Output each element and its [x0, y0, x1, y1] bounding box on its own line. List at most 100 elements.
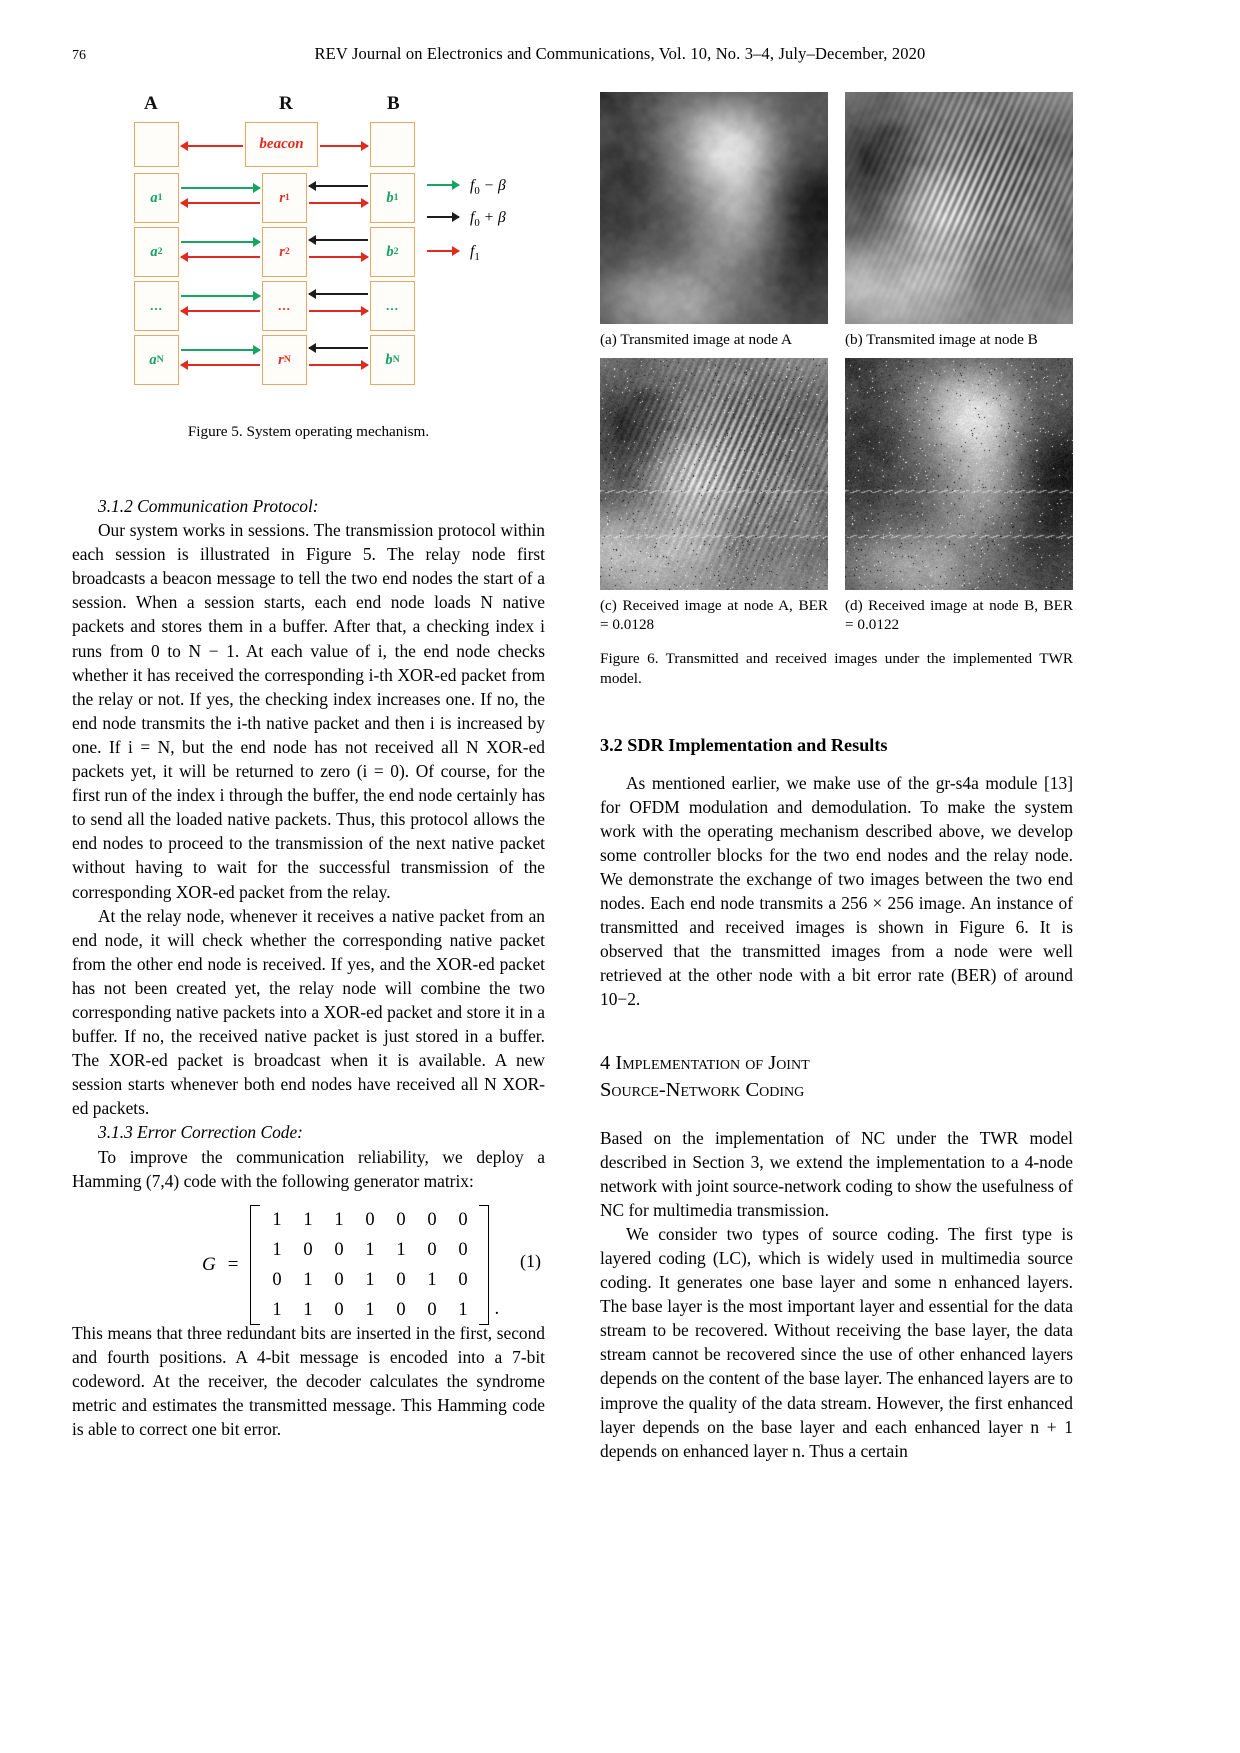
matrix-cell: 1: [272, 1239, 282, 1260]
matrix-cell: 0: [396, 1209, 406, 1230]
matrix-cell: 1: [427, 1269, 437, 1290]
system-mechanism-diagram: A R B beacon a1 r1 b1 a 2 r 2 b 2 ... ..…: [122, 92, 522, 385]
node-bN-sub: N: [392, 353, 400, 365]
left-paragraph-4: This means that three redundant bits are…: [72, 1322, 545, 1440]
figure-6-subcaption-c: (c) Received image at node A, BER = 0.01…: [600, 596, 828, 634]
matrix-cell: 0: [303, 1239, 313, 1260]
left-paragraph-1: Our system works in sessions. The transm…: [72, 520, 545, 902]
figure-6-subcaptions-top: (a) Transmited image at node A (b) Trans…: [600, 330, 1073, 350]
matrix-cell: 1: [365, 1269, 375, 1290]
node-a-dots-label: ...: [150, 297, 163, 313]
left-column: A R B beacon a1 r1 b1 a 2 r 2 b 2 ... ..…: [72, 92, 545, 1441]
matrix-cell: 0: [427, 1299, 437, 1320]
node-a-beacon: [134, 122, 179, 167]
matrix-cell: 1: [303, 1299, 313, 1320]
matrix-row: 1001100: [261, 1235, 478, 1265]
node-a-dots: ...: [134, 281, 179, 331]
matrix-cell: 1: [365, 1239, 375, 1260]
node-r2-sub: 2: [284, 245, 290, 257]
node-b-dots: ...: [370, 281, 415, 331]
matrix-cell: 0: [427, 1239, 437, 1260]
equation-lhs: G: [202, 1253, 216, 1275]
node-a2-sub: 2: [157, 245, 163, 257]
node-b1: b1: [370, 173, 415, 223]
matrix-row: 0101010: [261, 1265, 478, 1295]
matrix-row: 1101001: [261, 1295, 478, 1325]
node-a2-label: a: [150, 243, 158, 260]
node-a2: a2: [134, 227, 179, 277]
section-4-heading-line-1: 4 Implementation of Joint: [600, 1051, 810, 1074]
node-rN: rN: [262, 335, 307, 385]
matrix-bracket-left: [250, 1204, 261, 1325]
node-r-beacon: beacon: [245, 122, 318, 167]
subsection-3-1-2-heading: 3.1.2 Communication Protocol:: [98, 496, 319, 516]
figure-5-caption: Figure 5. System operating mechanism.: [187, 423, 430, 440]
paper-page: 76 REV Journal on Electronics and Commun…: [0, 0, 1240, 1753]
journal-reference: REV Journal on Electronics and Communica…: [314, 44, 926, 63]
right-paragraph-3: We consider two types of source coding. …: [600, 1223, 1073, 1461]
photo-transmitted-node-a: [600, 92, 828, 324]
matrix-cell: 0: [458, 1239, 468, 1260]
legend-label-green: f0 − β: [470, 177, 506, 198]
node-a1-label: a: [150, 189, 158, 206]
equation-1: G = 1110000100110001010101101001 . (1): [72, 1193, 545, 1325]
figure-6-subcaption-b: (b) Transmited image at node B: [845, 331, 1038, 348]
node-b1-sub: 1: [393, 191, 399, 203]
node-b2-sub: 2: [393, 245, 399, 257]
matrix-cell: 0: [365, 1209, 375, 1230]
matrix-cell: 0: [334, 1269, 344, 1290]
node-r2: r2: [262, 227, 307, 277]
section-4-heading-line-2: Source-Network Coding: [600, 1078, 805, 1101]
node-b2-label: b: [386, 243, 394, 260]
photo-transmitted-node-b: [845, 92, 1073, 324]
figure-6-caption: Figure 6. Transmitted and received image…: [600, 649, 1073, 687]
node-a1: a1: [134, 173, 179, 223]
node-rN-sub: N: [283, 353, 291, 365]
matrix-cell: 1: [303, 1269, 313, 1290]
node-aN-sub: N: [156, 353, 164, 365]
node-b2: b2: [370, 227, 415, 277]
matrix-cell: 1: [396, 1239, 406, 1260]
matrix-cell: 0: [458, 1209, 468, 1230]
node-bN: bN: [370, 335, 415, 385]
node-r-dots: ...: [262, 281, 307, 331]
matrix-cell: 1: [458, 1299, 468, 1320]
node-r1-sub: 1: [284, 191, 290, 203]
right-column: (a) Transmited image at node A (b) Trans…: [600, 92, 1073, 1463]
legend-label-black: f0 + β: [470, 209, 506, 230]
figure-6-row-bottom: [600, 357, 1073, 590]
matrix-bracket-right: [479, 1204, 490, 1325]
subsection-3-1-3-heading: 3.1.3 Error Correction Code:: [98, 1122, 303, 1143]
left-paragraph-3: To improve the communication reliability…: [72, 1146, 545, 1191]
figure-6-row-top: [600, 92, 1073, 324]
node-b-dots-label: ...: [386, 297, 399, 313]
matrix-cell: 0: [396, 1299, 406, 1320]
node-b-beacon: [370, 122, 415, 167]
generator-matrix: 1110000100110001010101101001: [250, 1204, 490, 1325]
equation-number: (1): [520, 1250, 541, 1271]
matrix-cell: 0: [458, 1269, 468, 1290]
photo-received-node-b: [845, 357, 1073, 590]
matrix-table: 1110000100110001010101101001: [261, 1205, 478, 1325]
photo-received-node-a: [600, 357, 828, 590]
left-paragraph-2: At the relay node, whenever it receives …: [72, 905, 545, 1119]
matrix-cell: 1: [334, 1209, 344, 1230]
figure-6-subcaption-d: (d) Received image at node B, BER = 0.01…: [845, 596, 1073, 634]
section-3-2-heading: 3.2 SDR Implementation and Results: [600, 734, 888, 755]
legend-label-red: f1: [470, 243, 480, 264]
equation-trailing-punct: .: [494, 1297, 500, 1319]
node-b1-label: b: [386, 189, 394, 206]
figure-6-subcaption-a: (a) Transmited image at node A: [600, 331, 792, 348]
matrix-cell: 1: [272, 1299, 282, 1320]
equation-equals: =: [227, 1253, 239, 1275]
node-r-dots-label: ...: [278, 297, 291, 313]
right-paragraph-1: As mentioned earlier, we make use of the…: [600, 772, 1073, 1010]
matrix-cell: 0: [427, 1209, 437, 1230]
node-aN-label: a: [149, 351, 157, 368]
diagram-label-a: A: [144, 93, 158, 114]
matrix-row: 1110000: [261, 1205, 478, 1235]
diagram-label-r: R: [279, 93, 293, 114]
matrix-cell: 0: [334, 1299, 344, 1320]
node-bN-label: b: [385, 351, 393, 368]
figure-5: A R B beacon a1 r1 b1 a 2 r 2 b 2 ... ..…: [72, 92, 545, 392]
